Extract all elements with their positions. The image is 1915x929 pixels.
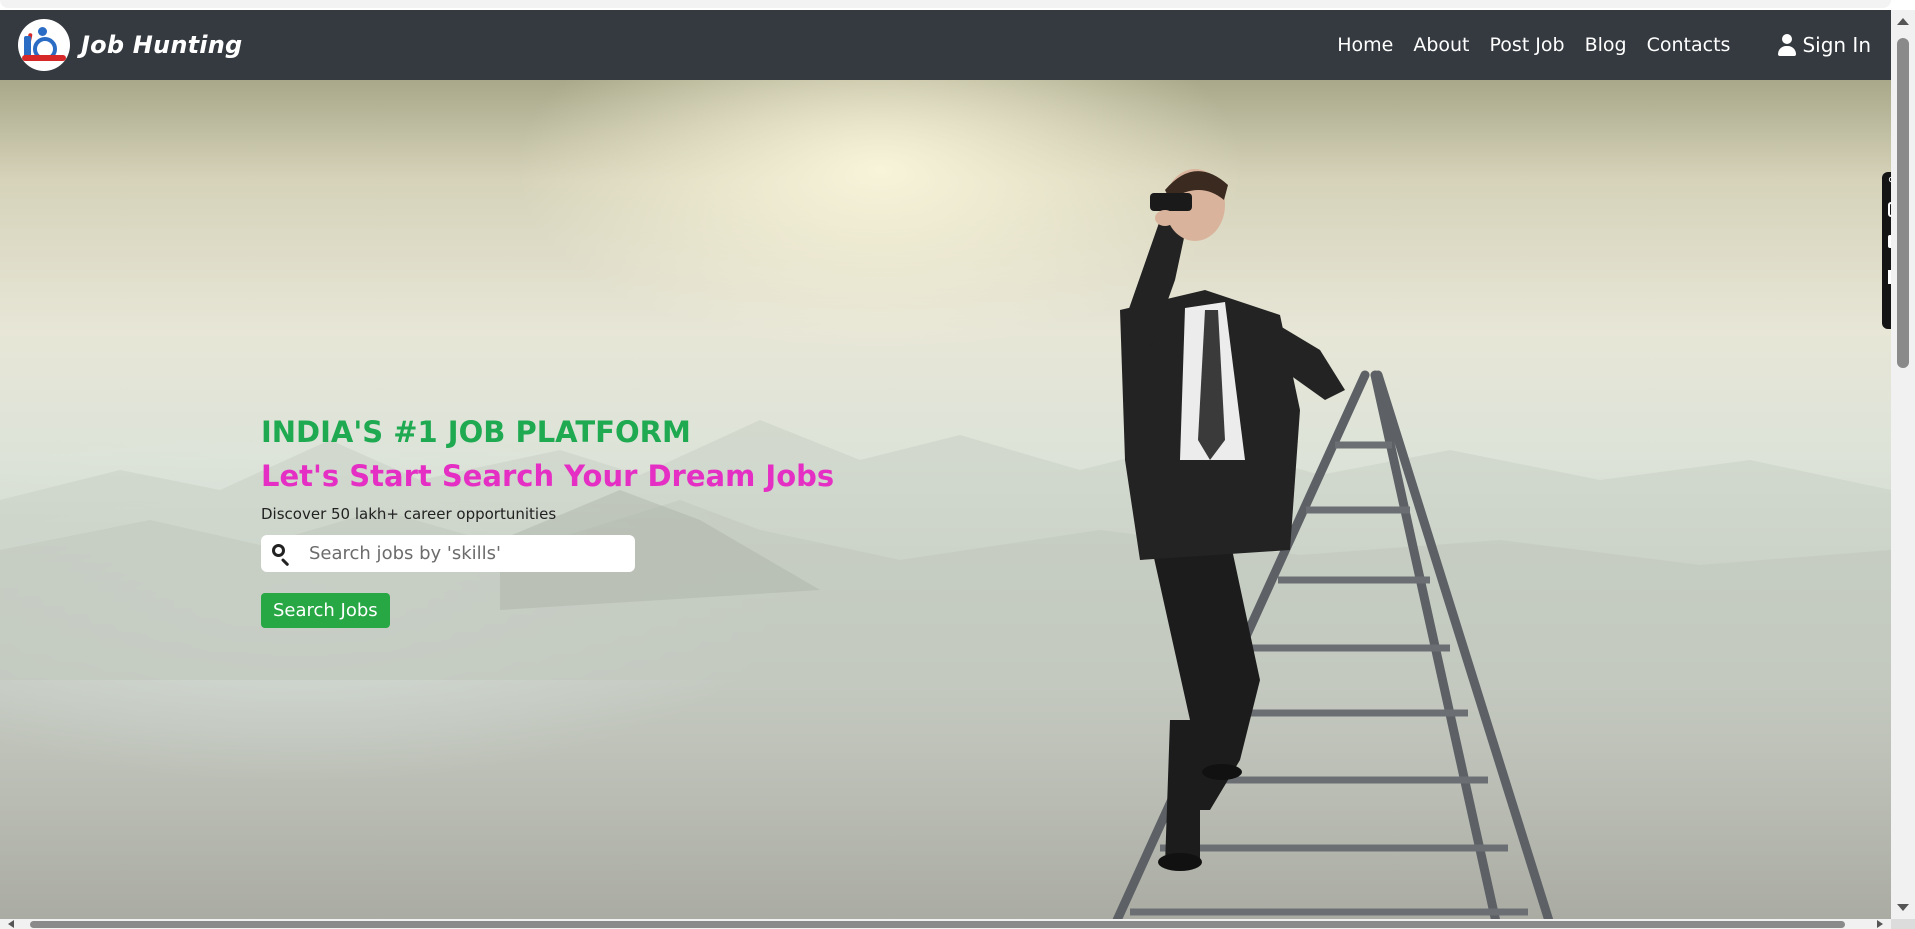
search-jobs-button[interactable]: Search Jobs (261, 593, 390, 628)
search-box (261, 535, 635, 572)
sign-in-link[interactable]: Sign In (1778, 33, 1871, 57)
sign-in-label: Sign In (1802, 33, 1871, 57)
job-hunting-logo-icon (18, 19, 70, 71)
nav-item-contacts[interactable]: Contacts (1647, 34, 1731, 56)
browser-viewport: Job Hunting Home About Post Job Blog Con… (0, 0, 1915, 929)
hero-section: INDIA'S #1 JOB PLATFORM Let's Start Sear… (0, 80, 1891, 919)
scroll-left-arrow-icon[interactable] (8, 920, 14, 928)
hero-man-on-ladder-image (1112, 169, 1554, 919)
navbar: Job Hunting Home About Post Job Blog Con… (0, 10, 1891, 80)
hero-headline: Let's Start Search Your Dream Jobs (261, 459, 835, 493)
scroll-down-arrow-icon[interactable] (1897, 904, 1909, 911)
brand-name: Job Hunting (81, 31, 243, 59)
user-icon (1778, 34, 1797, 56)
search-input[interactable] (307, 542, 611, 565)
vertical-scrollbar[interactable] (1891, 10, 1915, 919)
horizontal-scrollbar-thumb[interactable] (30, 921, 1845, 928)
search-icon (271, 543, 293, 566)
top-strip-bar (0, 0, 1891, 8)
hero-tagline: INDIA'S #1 JOB PLATFORM (261, 415, 691, 449)
nav-item-home[interactable]: Home (1337, 34, 1393, 56)
brand-link[interactable]: Job Hunting (18, 19, 242, 71)
hero-content: INDIA'S #1 JOB PLATFORM Let's Start Sear… (261, 412, 861, 628)
horizontal-scrollbar[interactable] (0, 919, 1891, 929)
hero-subtitle: Discover 50 lakh+ career opportunities (261, 505, 557, 523)
nav-item-about[interactable]: About (1413, 34, 1469, 56)
nav-item-post-job[interactable]: Post Job (1490, 34, 1565, 56)
scroll-up-arrow-icon[interactable] (1897, 18, 1909, 25)
scroll-right-arrow-icon[interactable] (1877, 920, 1883, 928)
scrollbar-corner (1891, 919, 1915, 929)
nav-item-blog[interactable]: Blog (1585, 34, 1627, 56)
nav-links: Home About Post Job Blog Contacts Sign I… (1337, 10, 1891, 80)
vertical-scrollbar-thumb[interactable] (1897, 38, 1909, 368)
